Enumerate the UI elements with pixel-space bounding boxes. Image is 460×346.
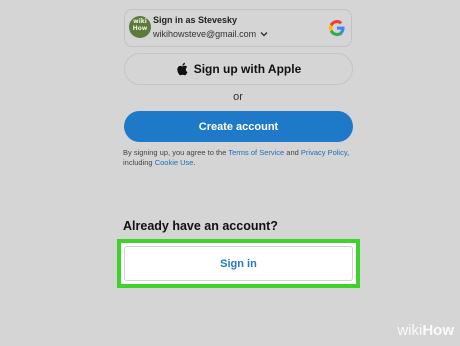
avatar-text: wiki How (132, 18, 148, 32)
signup-page: wiki How Sign in as Stevesky wikihowstev… (0, 0, 460, 346)
create-account-button[interactable]: Create account (124, 111, 353, 142)
sign-in-highlight: Sign in (117, 239, 360, 288)
apple-icon (177, 62, 188, 76)
chevron-down-icon[interactable] (259, 29, 269, 39)
watermark-how: How (422, 322, 454, 339)
google-chip-title: Sign in as Stevesky (153, 15, 238, 25)
terms-of-service-link[interactable]: Terms of Service (228, 148, 284, 157)
google-logo-icon (329, 20, 345, 36)
legal-and: and (284, 148, 301, 157)
watermark-wiki: wiki (397, 322, 423, 339)
legal-prefix: By signing up, you agree to the (123, 148, 229, 157)
avatar: wiki How (129, 16, 151, 38)
cookie-use-link[interactable]: Cookie Use (155, 158, 194, 167)
wikihow-watermark: wikiHow (397, 322, 454, 339)
or-divider: or (233, 91, 243, 103)
google-chip-email: wikihowsteve@gmail.com (153, 29, 257, 39)
apple-button-label: Sign up with Apple (193, 62, 302, 76)
sign-up-with-apple-button[interactable]: Sign up with Apple (124, 53, 353, 85)
create-account-label: Create account (198, 120, 279, 133)
legal-suffix: . (193, 158, 196, 167)
sign-in-label: Sign in (220, 257, 257, 270)
legal-notice: By signing up, you agree to the Terms of… (123, 148, 357, 168)
privacy-policy-link[interactable]: Privacy Policy (301, 148, 347, 157)
already-have-account-heading: Already have an account? (123, 219, 278, 233)
sign-in-button[interactable]: Sign in (124, 246, 353, 281)
google-account-chip[interactable]: wiki How Sign in as Stevesky wikihowstev… (124, 9, 352, 47)
